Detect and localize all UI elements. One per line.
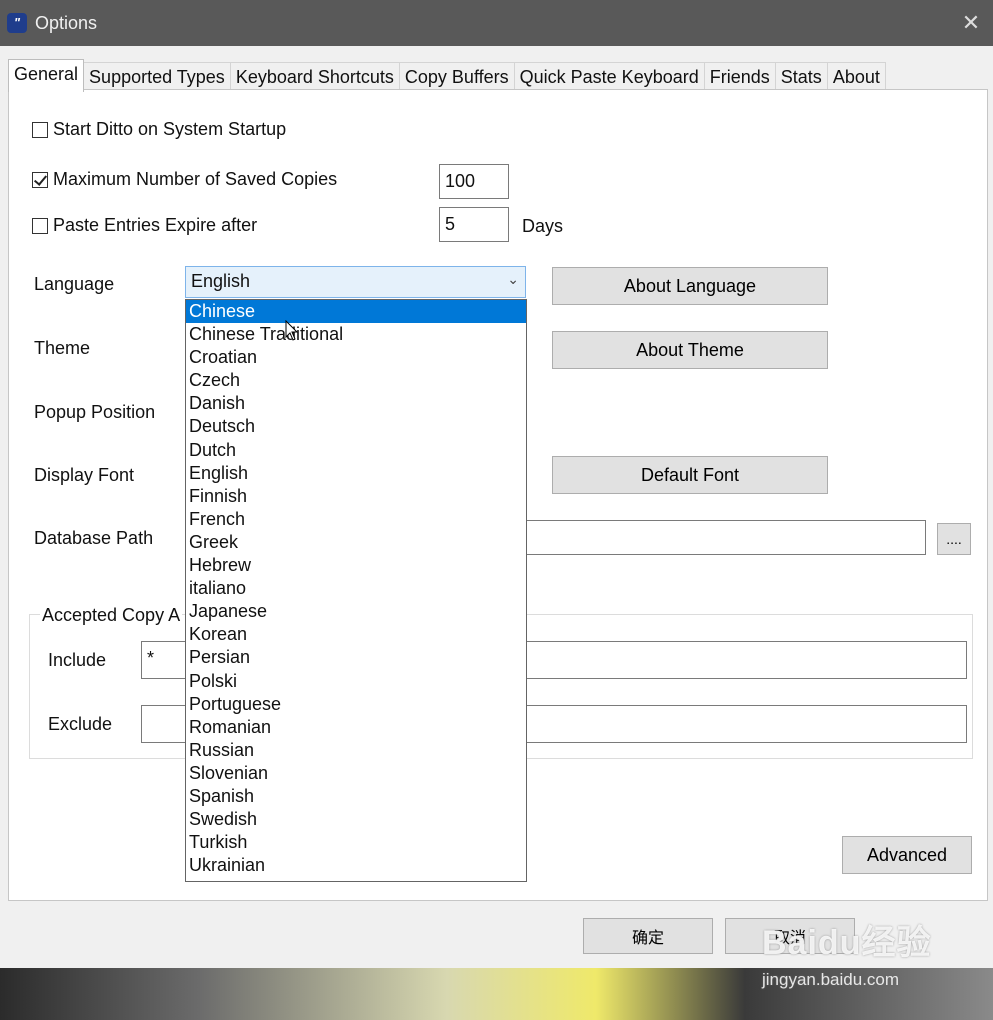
- list-item[interactable]: Danish: [186, 392, 526, 415]
- list-item[interactable]: Russian: [186, 739, 526, 762]
- database-path-label: Database Path: [34, 528, 154, 548]
- list-item[interactable]: Persian: [186, 646, 526, 669]
- list-item[interactable]: Chinese: [186, 300, 526, 324]
- expire-label: Paste Entries Expire after: [53, 215, 258, 235]
- close-icon[interactable]: ✕: [957, 9, 985, 37]
- default-font-button[interactable]: Default Font: [552, 456, 828, 494]
- watermark-logo: Baidu经验: [762, 924, 932, 962]
- mouse-cursor-icon: [285, 320, 299, 341]
- chevron-down-icon[interactable]: ⌄: [507, 271, 519, 288]
- max-saved-input[interactable]: 100: [439, 164, 509, 199]
- list-item[interactable]: Czech: [186, 369, 526, 392]
- accepted-copy-title: Accepted Copy A: [40, 605, 183, 626]
- tab-keyboard-shortcuts[interactable]: Keyboard Shortcuts: [229, 62, 400, 91]
- tab-about[interactable]: About: [826, 62, 886, 91]
- display-font-label: Display Font: [34, 465, 135, 485]
- tab-quick-paste-keyboard[interactable]: Quick Paste Keyboard: [513, 62, 705, 91]
- advanced-button[interactable]: Advanced: [842, 836, 972, 874]
- list-item[interactable]: Greek: [186, 531, 526, 554]
- list-item[interactable]: Slovenian: [186, 762, 526, 785]
- list-item[interactable]: Deutsch: [186, 415, 526, 438]
- startup-label: Start Ditto on System Startup: [53, 119, 287, 139]
- list-item[interactable]: Croatian: [186, 346, 526, 369]
- baidu-watermark: Baidu经验 jingyan.baidu.com: [762, 915, 982, 1005]
- startup-checkbox[interactable]: [32, 121, 48, 138]
- language-select[interactable]: English ⌄: [185, 266, 526, 298]
- list-item[interactable]: italiano: [186, 577, 526, 600]
- tab-friends[interactable]: Friends: [703, 62, 776, 91]
- list-item[interactable]: Portuguese: [186, 693, 526, 716]
- tab-strip: General Supported Types Keyboard Shortcu…: [8, 59, 886, 92]
- tab-stats[interactable]: Stats: [774, 62, 828, 91]
- language-dropdown-list[interactable]: Chinese Chinese Traditional Croatian Cze…: [185, 299, 527, 882]
- list-item[interactable]: Korean: [186, 623, 526, 646]
- watermark-url: jingyan.baidu.com: [762, 970, 900, 989]
- about-theme-button[interactable]: About Theme: [552, 331, 828, 369]
- list-item[interactable]: Romanian: [186, 716, 526, 739]
- ok-button[interactable]: 确定: [583, 918, 713, 954]
- expire-checkbox[interactable]: [32, 217, 48, 234]
- browse-button[interactable]: ....: [937, 523, 971, 555]
- list-item[interactable]: Swedish: [186, 808, 526, 831]
- expire-days-input[interactable]: 5: [439, 207, 509, 242]
- days-label: Days: [522, 216, 564, 236]
- tab-copy-buffers[interactable]: Copy Buffers: [398, 62, 515, 91]
- tab-general[interactable]: General: [8, 59, 85, 92]
- theme-label: Theme: [34, 338, 91, 358]
- max-saved-label: Maximum Number of Saved Copies: [53, 169, 338, 189]
- list-item[interactable]: French: [186, 508, 526, 531]
- ditto-app-icon: ": [7, 13, 27, 33]
- list-item[interactable]: Turkish: [186, 831, 526, 854]
- about-language-button[interactable]: About Language: [552, 267, 828, 305]
- max-saved-checkbox-row[interactable]: Maximum Number of Saved Copies: [32, 169, 337, 190]
- max-saved-checkbox[interactable]: [32, 171, 48, 188]
- list-item[interactable]: Dutch: [186, 439, 526, 462]
- exclude-label: Exclude: [48, 714, 113, 734]
- popup-position-label: Popup Position: [34, 402, 156, 422]
- list-item[interactable]: Hebrew: [186, 554, 526, 577]
- startup-checkbox-row[interactable]: Start Ditto on System Startup: [32, 119, 286, 140]
- window-title: Options: [35, 13, 98, 33]
- list-item[interactable]: Ukrainian: [186, 854, 526, 877]
- list-item[interactable]: Spanish: [186, 785, 526, 808]
- list-item[interactable]: Chinese Traditional: [186, 323, 526, 346]
- expire-checkbox-row[interactable]: Paste Entries Expire after: [32, 215, 257, 236]
- title-bar: " Options ✕: [0, 0, 993, 46]
- tab-supported-types[interactable]: Supported Types: [83, 62, 231, 91]
- list-item[interactable]: English: [186, 462, 526, 485]
- include-label: Include: [48, 650, 107, 670]
- list-item[interactable]: Finnish: [186, 485, 526, 508]
- language-label: Language: [34, 274, 115, 294]
- list-item[interactable]: Japanese: [186, 600, 526, 623]
- language-selected-value: English: [191, 271, 251, 291]
- list-item[interactable]: Polski: [186, 670, 526, 693]
